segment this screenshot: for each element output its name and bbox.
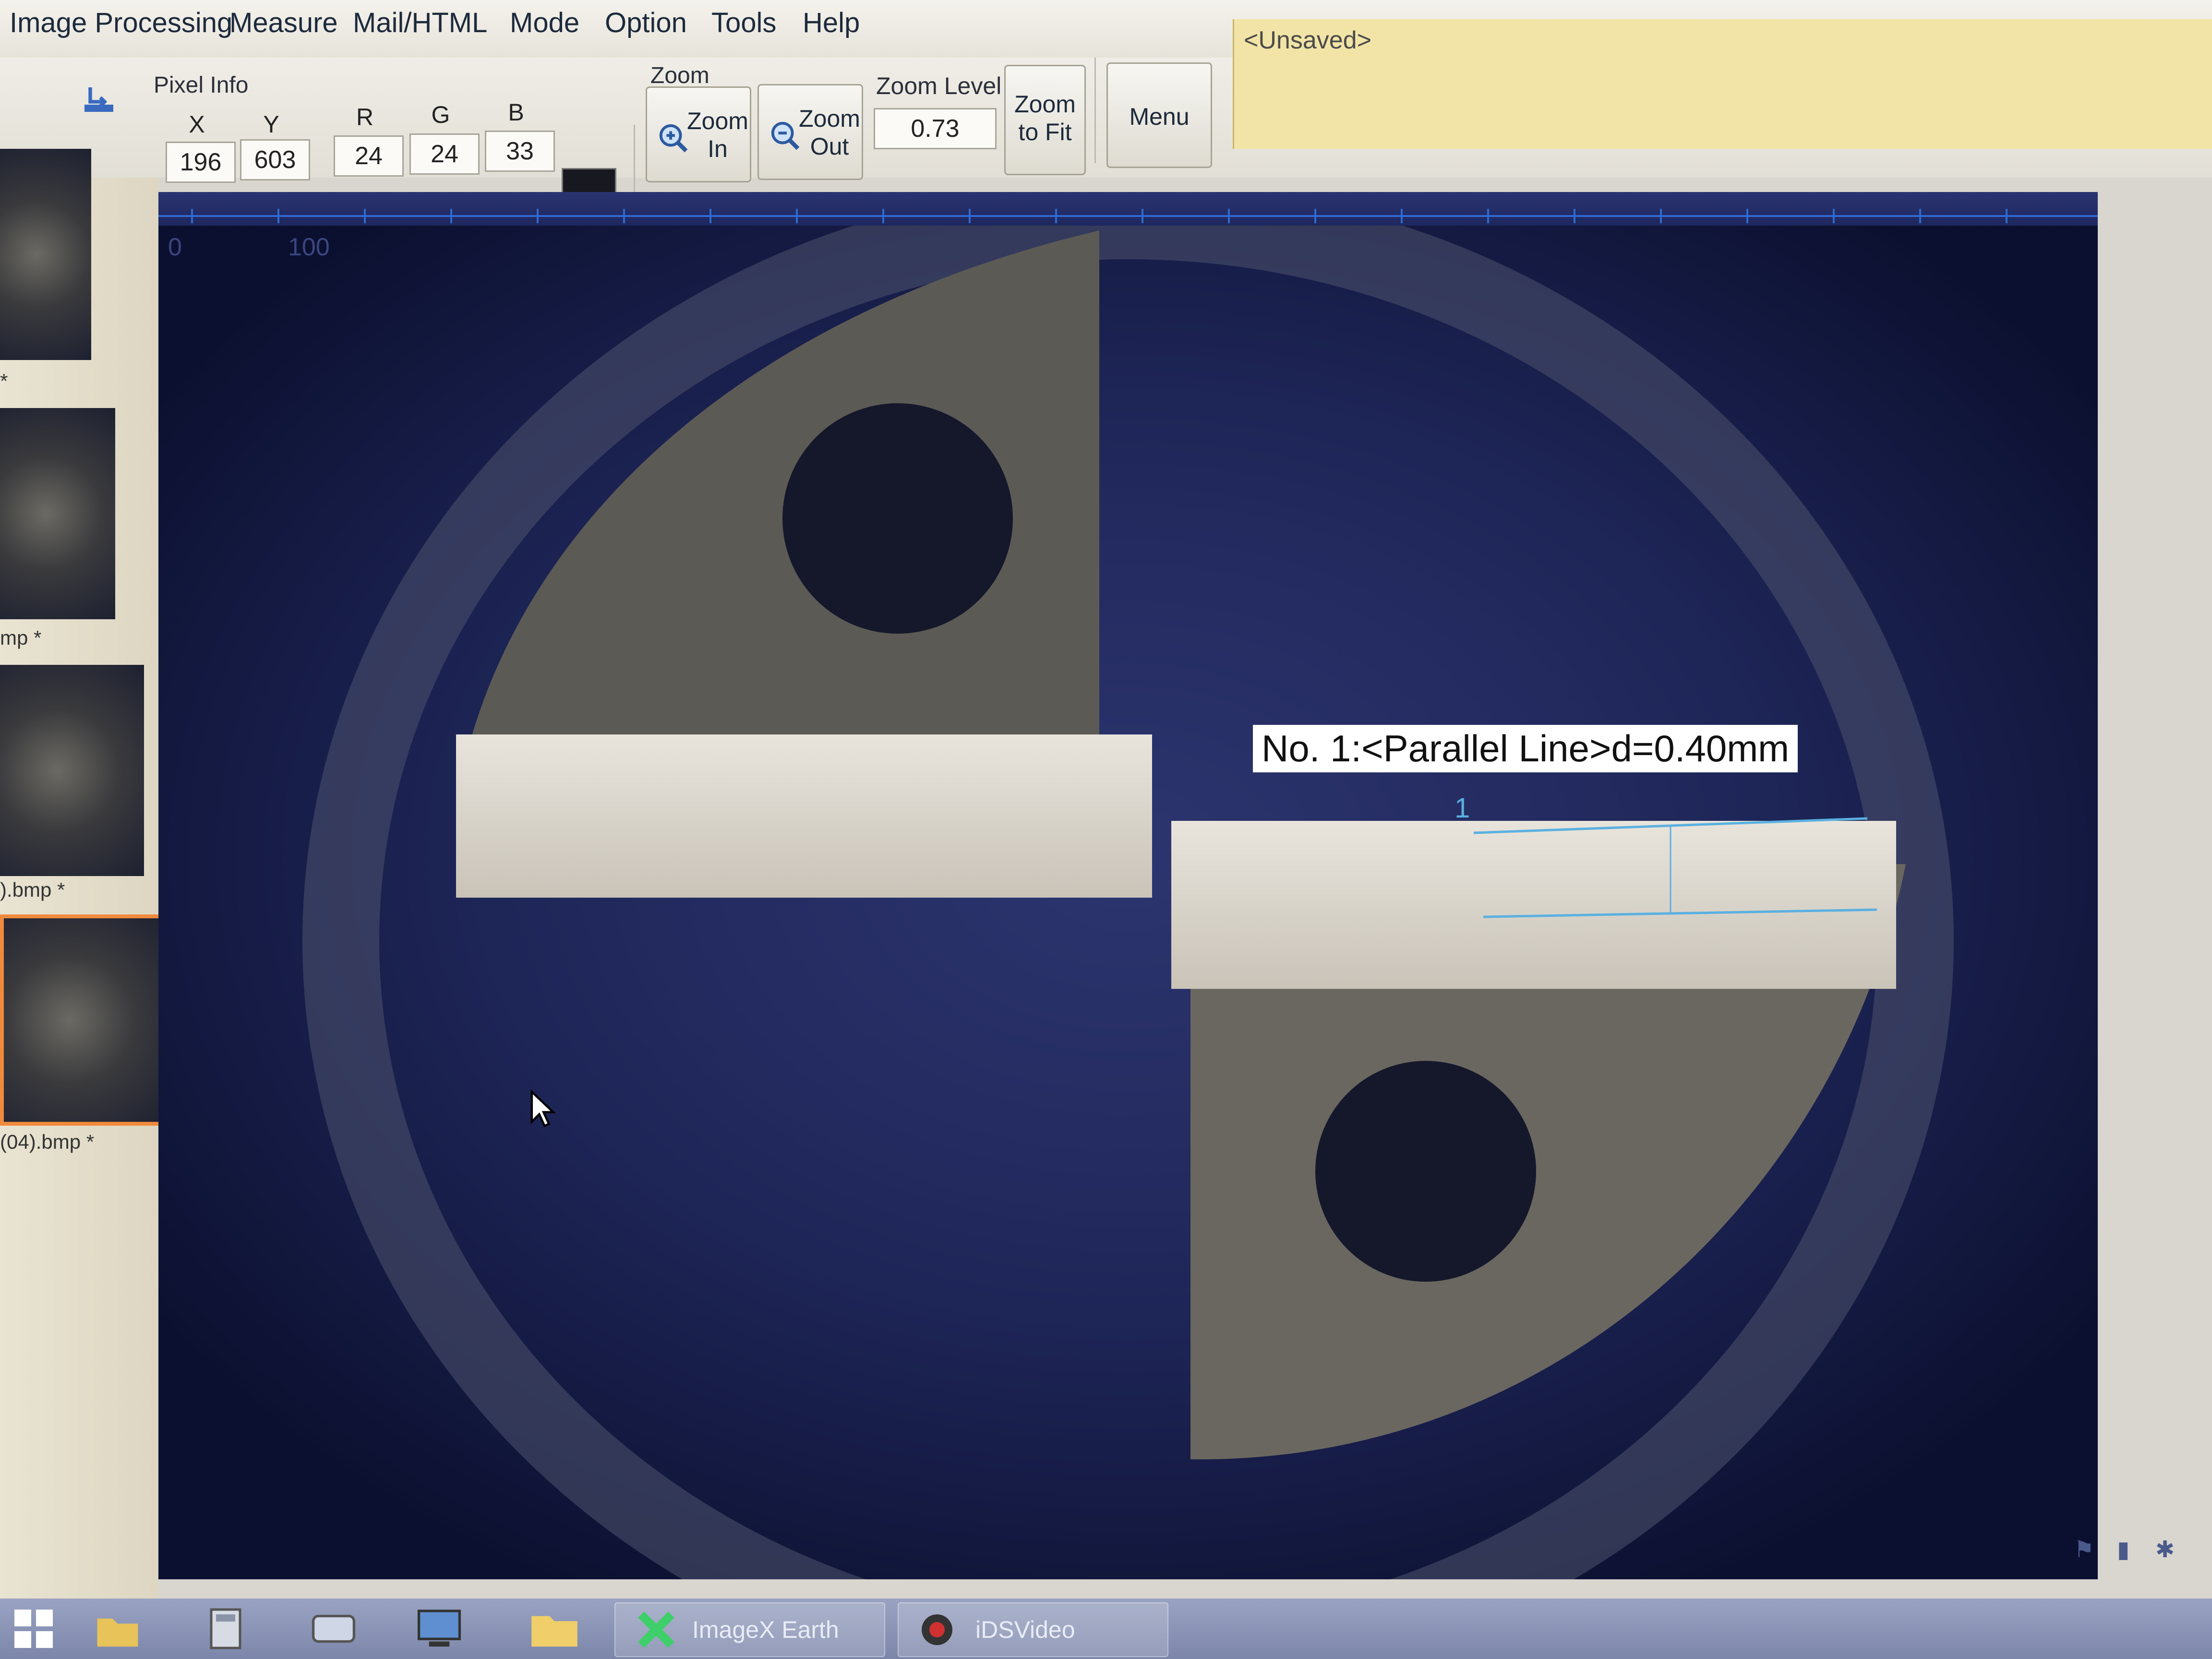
zoom-out-icon [771,121,800,150]
imagex-earth-icon [638,1611,674,1648]
taskbar-app-label: ImageX Earth [692,1616,839,1643]
thumbnail-4-label: (04).bmp * [0,1130,95,1153]
folder-shortcut-icon[interactable] [91,1603,144,1654]
zoom-level-label: Zoom Level [876,72,1002,99]
zoom-in-label-1: Zoom [687,108,748,134]
menu-tools[interactable]: Tools [711,7,776,39]
flag-tray-icon[interactable]: ⚑ [2074,1536,2094,1563]
computer-icon[interactable] [413,1603,466,1654]
y-value: 603 [240,139,310,180]
calculator-icon[interactable] [202,1603,250,1654]
thumbnail-2-label: mp * [0,626,42,649]
language-icon[interactable] [307,1603,360,1654]
g-value: 24 [409,133,480,175]
taskbar-app-label: iDSVideo [975,1616,1075,1643]
zoom-to-fit-label-1: Zoom [1014,91,1076,118]
zoom-out-label-2: Out [810,133,849,160]
measurement-index: 1 [1455,793,1470,824]
menu-measure[interactable]: Measure [229,7,338,39]
b-label: B [508,99,524,126]
thumbnail-1-label: * [0,370,8,392]
thumbnail-1[interactable] [0,149,91,360]
zoom-in-icon [659,124,688,153]
x-value: 196 [166,142,236,183]
zoom-level-value[interactable]: 0.73 [874,108,997,149]
zoom-in-button[interactable]: Zoom In [646,86,751,182]
zoom-out-label-1: Zoom [799,105,860,132]
network-tray-icon[interactable]: ▮ [2117,1536,2129,1563]
zoom-to-fit-label-2: to Fit [1018,119,1072,145]
menu-mail-html[interactable]: Mail/HTML [353,7,487,39]
file-explorer-icon[interactable] [523,1603,586,1654]
zoom-title: Zoom [650,63,709,88]
image-viewport[interactable]: 0 100 No. 1:<Parallel Line>d=0.40mm 1 [158,192,2098,1579]
menu-mode[interactable]: Mode [510,7,579,39]
parallel-line-measurement[interactable] [158,192,2098,1579]
menu-image-processing[interactable]: Image Processing [10,7,232,39]
menu-option[interactable]: Option [605,7,687,39]
thumbnail-3-label: ).bmp * [0,878,65,901]
y-label: Y [263,111,279,138]
mouse-cursor-icon [530,1090,556,1128]
b-value: 33 [485,131,555,172]
group-separator [1094,58,1096,163]
thumbnail-2[interactable] [0,408,115,619]
zoom-out-button[interactable]: Zoom Out [757,84,863,180]
idsvideo-icon [922,1614,952,1645]
thumbnail-4-selected[interactable] [0,914,173,1126]
measurement-label[interactable]: No. 1:<Parallel Line>d=0.40mm [1253,725,1798,772]
pixel-info-title: Pixel Info [154,72,249,98]
bluetooth-tray-icon[interactable]: ✱ [2155,1536,2175,1563]
zoom-in-label-2: In [708,135,728,162]
taskbar-app-imagex-earth[interactable]: ImageX Earth [614,1602,885,1657]
document-status-panel: <Unsaved> [1233,19,2212,149]
menu-help[interactable]: Help [803,7,860,39]
r-label: R [356,104,374,131]
thumbnail-3[interactable] [0,665,144,876]
r-value: 24 [334,135,404,177]
thumbnail-strip: * mp * ).bmp * (04).bmp * [0,149,173,1599]
start-icon[interactable] [10,1603,58,1654]
export-icon[interactable] [82,82,116,116]
x-label: X [189,111,205,138]
g-label: G [431,101,450,128]
taskbar: ImageX Earth iDSVideo [0,1599,2212,1659]
zoom-to-fit-button[interactable]: Zoom to Fit [1004,65,1086,175]
menu-button[interactable]: Menu [1106,62,1212,168]
taskbar-app-idsvideo[interactable]: iDSVideo [898,1602,1168,1657]
unsaved-status: <Unsaved> [1244,26,1371,54]
